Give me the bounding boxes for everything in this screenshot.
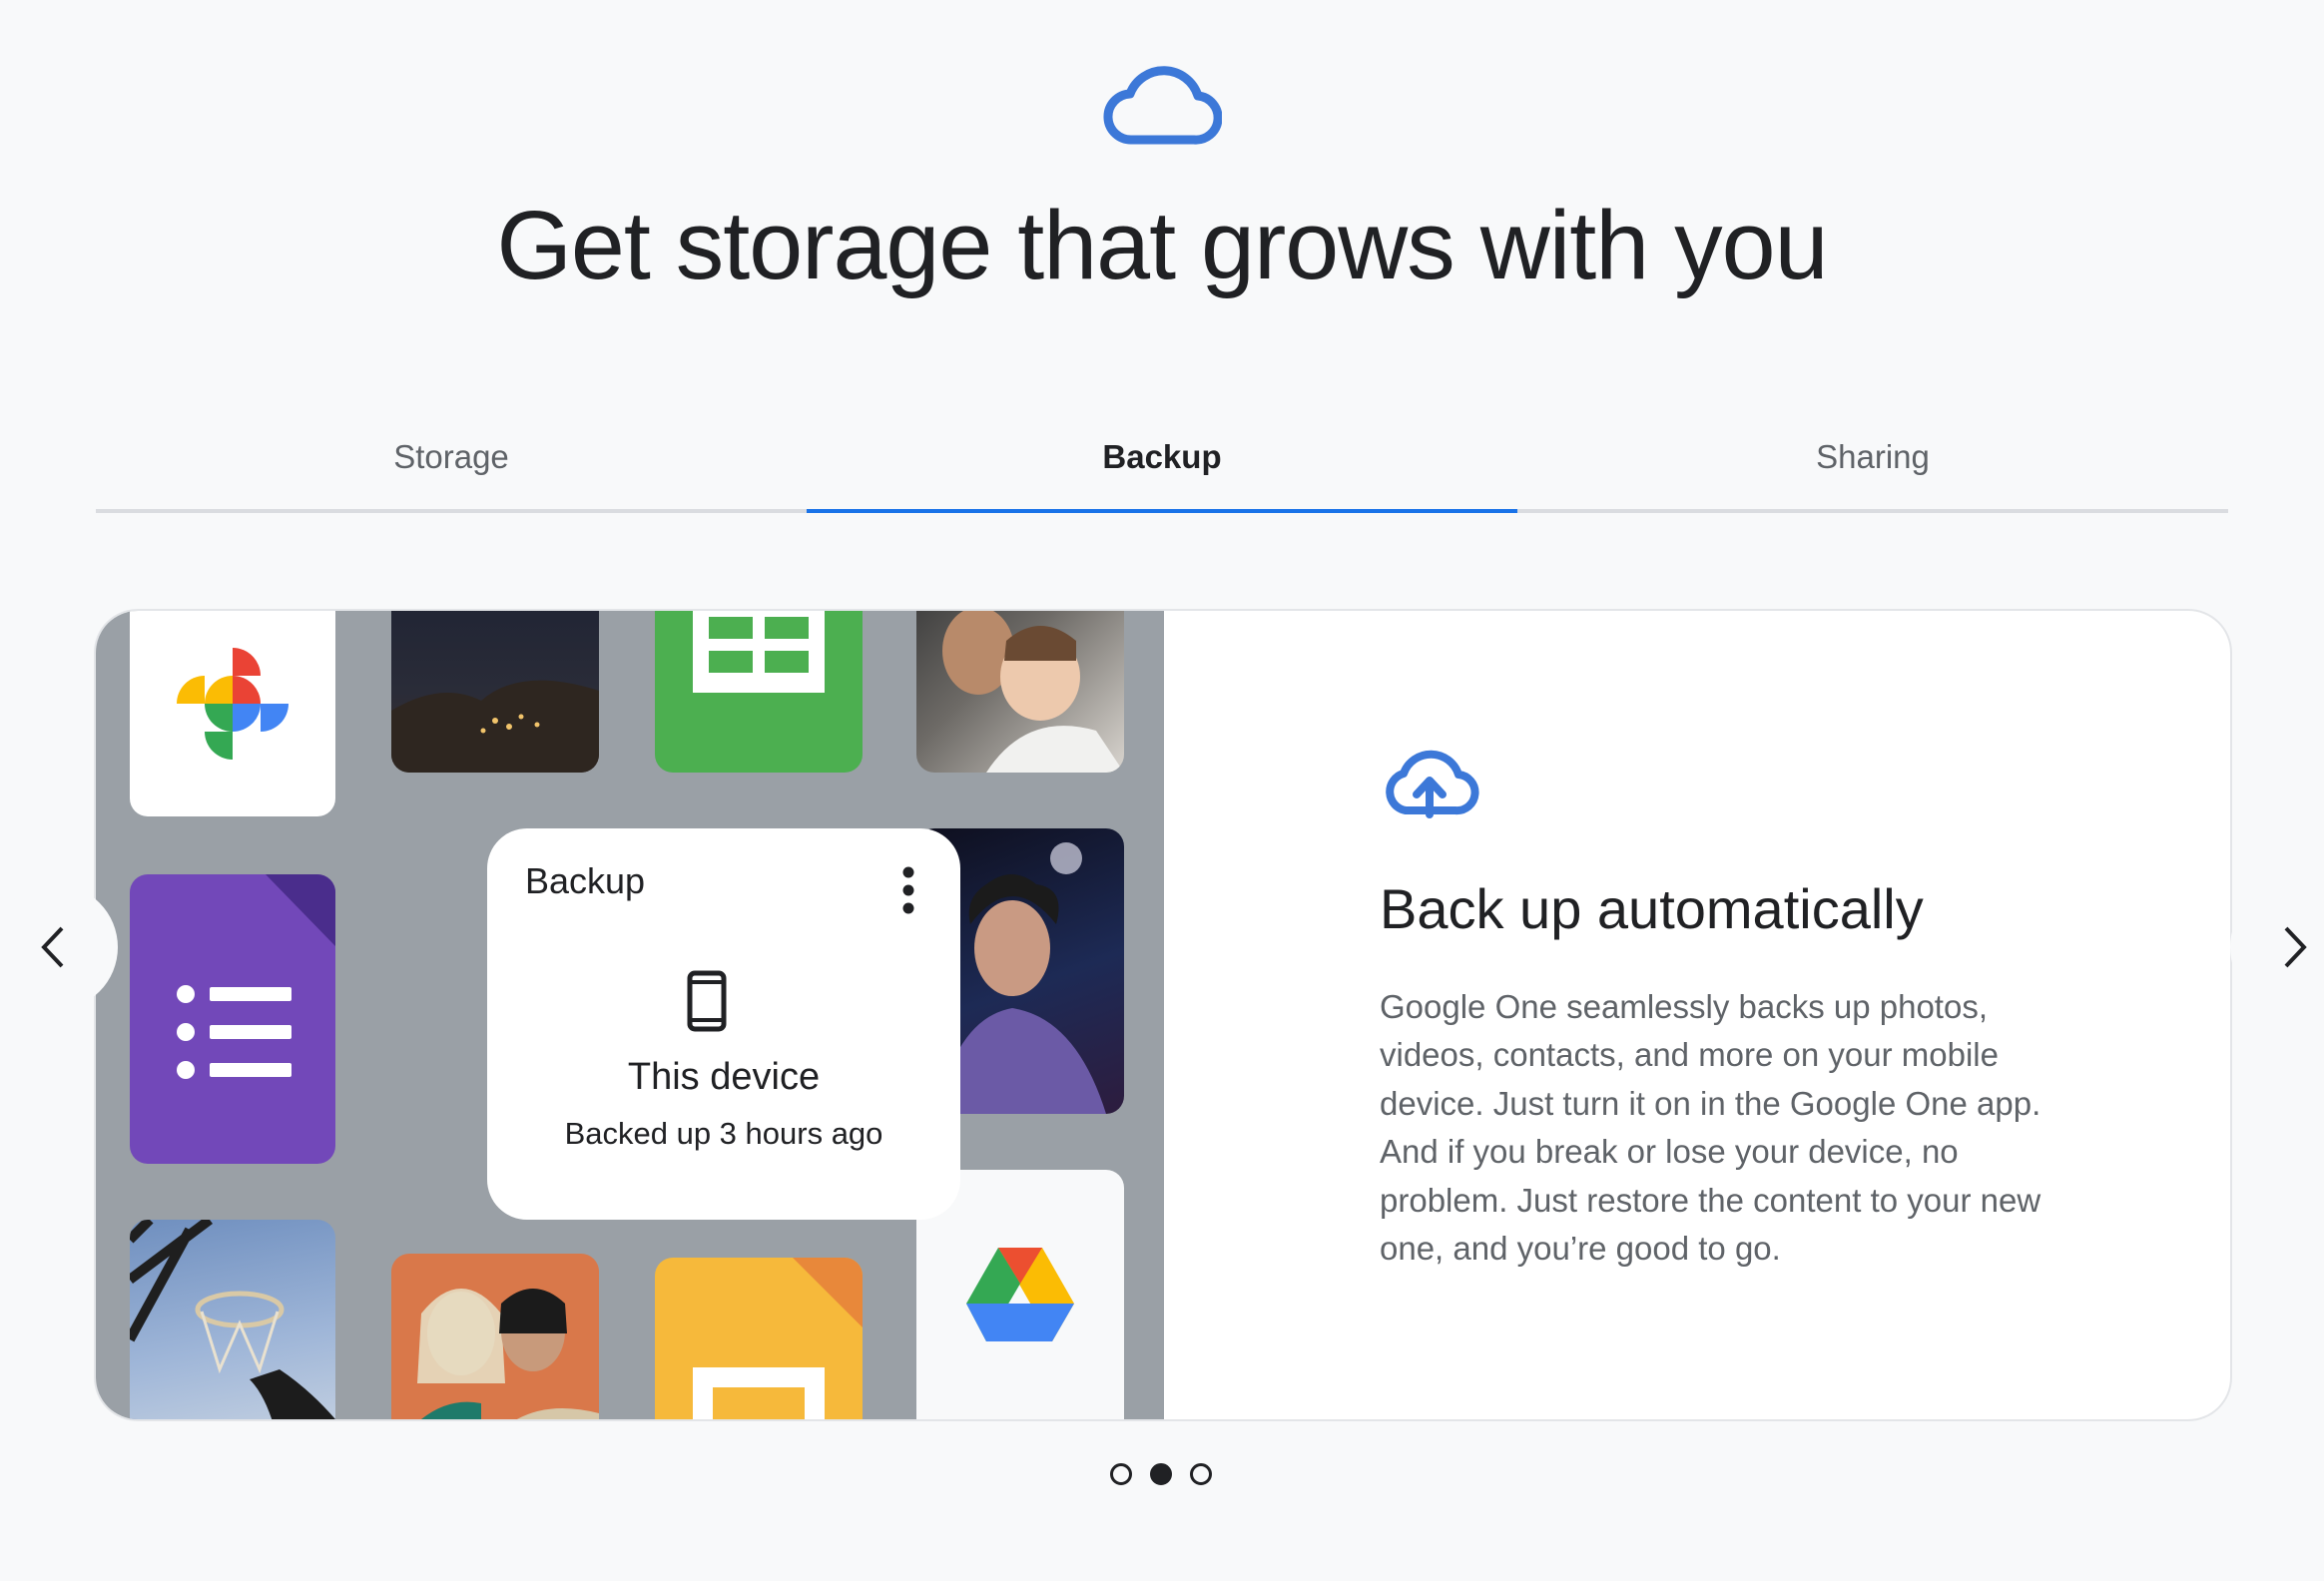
google-slides-icon	[693, 1258, 863, 1419]
page-headline: Get storage that grows with you	[496, 191, 1828, 299]
google-photos-tile	[130, 611, 335, 816]
google-forms-tile	[130, 874, 335, 1164]
tab-sharing[interactable]: Sharing	[1517, 427, 2228, 513]
chevron-left-icon	[41, 926, 64, 968]
backup-status-card: Backup This device Backed up 3 hours ago	[487, 828, 960, 1220]
google-sheets-tile	[655, 611, 863, 773]
photo-night-mountain	[391, 611, 599, 773]
photo-two-people	[391, 1254, 599, 1419]
basketball-photo-art	[130, 1220, 335, 1419]
backup-slide: Backup This device Backed up 3 hours ago…	[94, 609, 2232, 1421]
google-forms-icon	[177, 874, 335, 1079]
tab-backup[interactable]: Backup	[807, 427, 1517, 513]
carousel-dot-3[interactable]	[1190, 1463, 1212, 1485]
backup-status-text: Backed up 3 hours ago	[564, 1116, 883, 1151]
carousel-next-button[interactable]	[2230, 884, 2324, 1010]
feature-tabs: Storage Backup Sharing	[96, 427, 2228, 513]
backup-card-title: Backup	[525, 860, 646, 901]
phone-icon	[687, 970, 727, 1032]
people-photo-art	[417, 1289, 599, 1419]
carousel-dot-1[interactable]	[1110, 1463, 1132, 1485]
photo-basketball	[130, 1220, 335, 1419]
device-name: This device	[627, 1056, 821, 1098]
feature-title: Back up automatically	[1380, 877, 1924, 940]
cloud-upload-icon	[1386, 750, 1479, 818]
night-photo-art	[391, 680, 599, 773]
family-photo-art	[942, 611, 1124, 773]
more-vert-icon[interactable]	[902, 866, 914, 914]
feature-copy: Back up automatically Google One seamles…	[1380, 745, 2078, 1273]
google-slides-tile	[655, 1258, 863, 1419]
google-sheets-icon	[693, 611, 825, 693]
photo-parent-child	[916, 611, 1124, 773]
app-mosaic: Backup This device Backed up 3 hours ago	[96, 611, 1164, 1419]
active-tab-indicator	[807, 509, 1517, 513]
cloud-icon	[1103, 66, 1222, 145]
google-photos-icon	[177, 648, 289, 760]
feature-description: Google One seamlessly backs up photos, v…	[1380, 988, 2041, 1268]
tab-storage[interactable]: Storage	[96, 427, 807, 513]
chevron-right-icon	[2284, 926, 2307, 968]
carousel-dot-2[interactable]	[1150, 1463, 1172, 1485]
